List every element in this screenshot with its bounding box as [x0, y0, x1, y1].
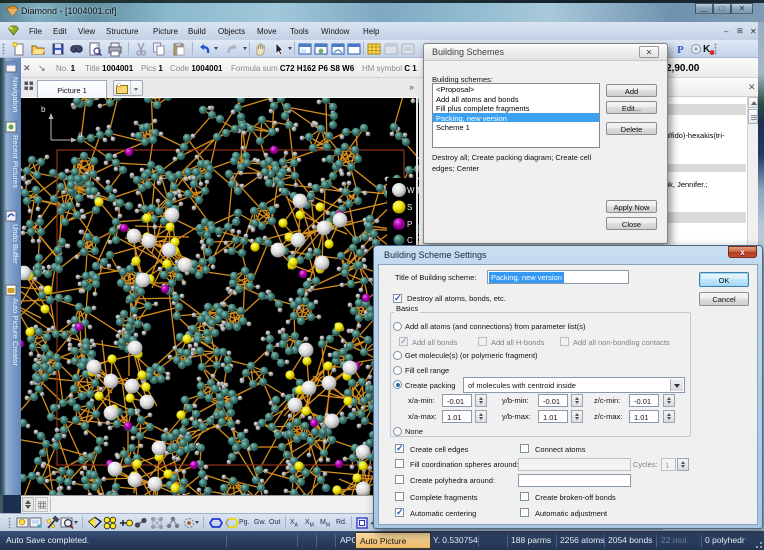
svg-text:b: b [41, 105, 46, 114]
svg-text:P: P [677, 44, 684, 56]
svg-text:a: a [78, 130, 83, 139]
svg-text:C: C [407, 236, 413, 245]
svg-text:P: P [407, 220, 412, 229]
svg-text:S: S [407, 203, 412, 212]
svg-text:W: W [407, 186, 415, 195]
